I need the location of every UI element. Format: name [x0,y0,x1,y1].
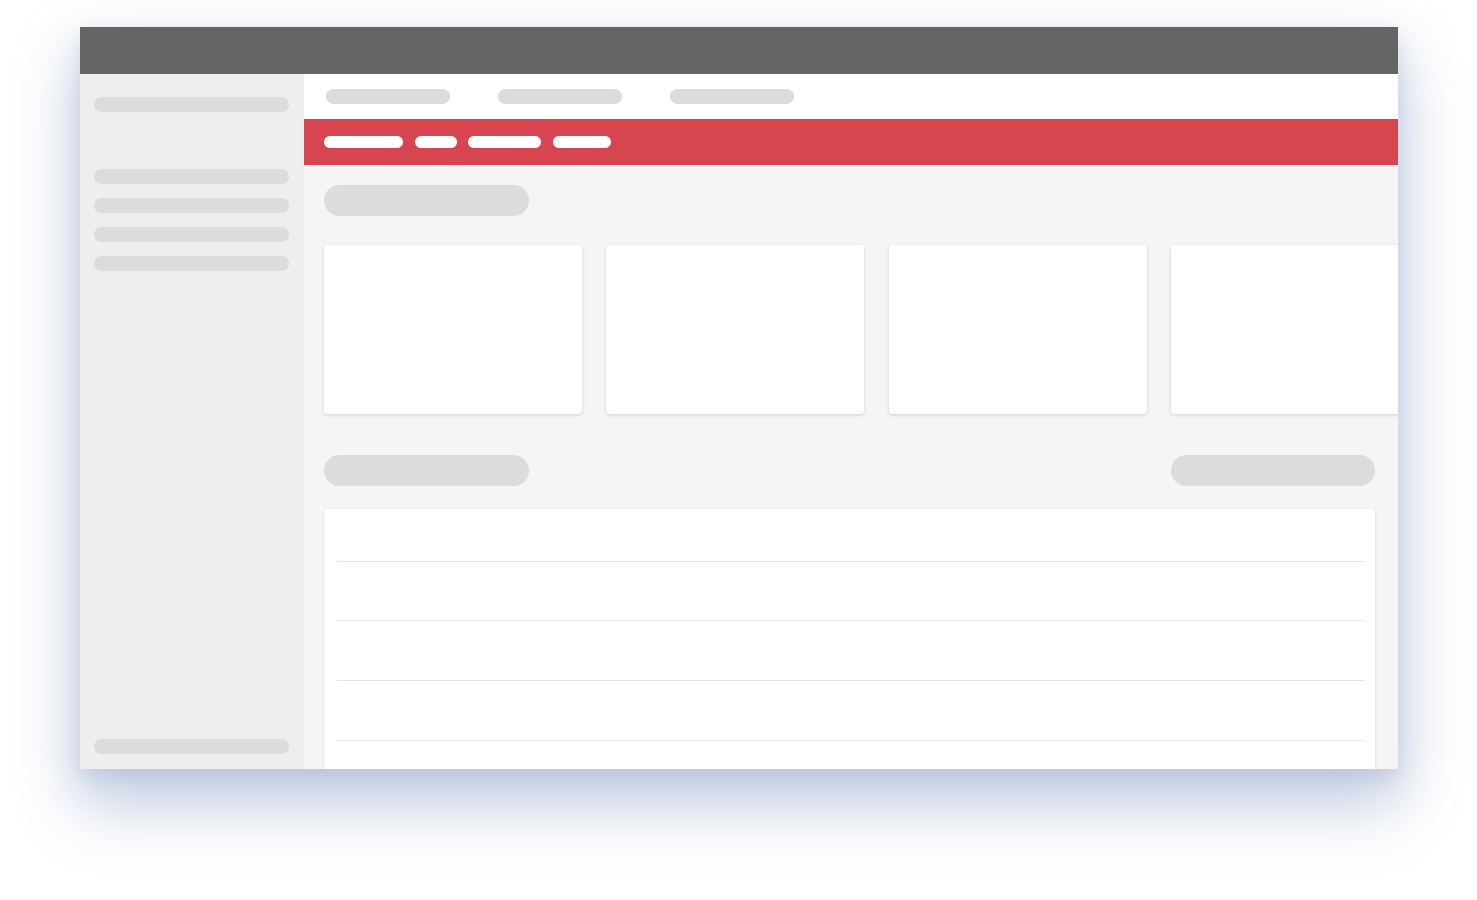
summary-card[interactable] [889,245,1147,414]
sidebar-item[interactable] [94,169,289,184]
list-row[interactable] [324,562,1375,620]
main-content [304,165,1398,769]
sidebar [80,74,304,769]
sub-nav-item[interactable] [415,136,457,148]
top-nav-tab[interactable] [498,89,622,104]
row-divider [337,740,1364,741]
sub-nav-item[interactable] [553,136,611,148]
section-title [324,185,529,216]
list-title [324,455,529,486]
top-nav-tab[interactable] [326,89,450,104]
sub-nav [304,119,1398,165]
summary-card[interactable] [606,245,864,414]
summary-card[interactable] [324,245,582,414]
list-row[interactable] [324,621,1375,680]
top-nav-tab[interactable] [670,89,794,104]
sidebar-header[interactable] [94,97,289,112]
sub-nav-item[interactable] [324,136,403,148]
sub-nav-item[interactable] [468,136,541,148]
list-panel [324,509,1375,769]
sidebar-item[interactable] [94,198,289,213]
app-window [80,27,1398,769]
list-action-button[interactable] [1171,455,1375,486]
sidebar-footer-item[interactable] [94,739,289,754]
list-row[interactable] [324,681,1375,740]
list-row[interactable] [324,509,1375,561]
sidebar-item[interactable] [94,256,289,271]
window-titlebar [80,27,1398,74]
summary-card[interactable] [1171,245,1398,414]
sidebar-item[interactable] [94,227,289,242]
top-nav [304,74,1398,119]
